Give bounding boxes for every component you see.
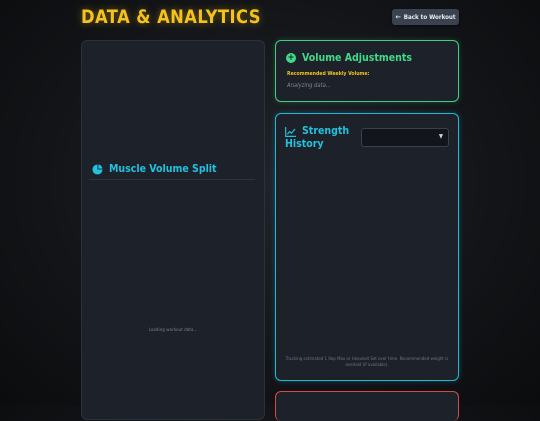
divider <box>89 179 255 180</box>
bottom-card <box>275 391 459 421</box>
strength-history-title-line2: History <box>285 138 324 150</box>
analyzing-status: Analyzing data... <box>287 83 331 89</box>
plus-circle-icon: + <box>286 52 296 63</box>
strength-history-card <box>275 113 459 381</box>
recommended-volume-label: Recommended Weekly Volume: <box>287 71 370 77</box>
muscle-volume-split-header: Muscle Volume Split <box>92 163 217 175</box>
back-button-label: Back to Workout <box>403 13 456 21</box>
volume-adjustments-title: Volume Adjustments <box>302 52 413 64</box>
exercise-select[interactable]: ▼ <box>361 128 449 147</box>
strength-history-header: Strength History <box>285 125 355 151</box>
page-title: DATA & ANALYTICS <box>81 6 261 28</box>
loading-text: Loading workout data... <box>148 328 198 333</box>
strength-history-footnote: Tracking estimated 1 Rep Max or Heaviest… <box>285 357 449 368</box>
volume-adjustments-header: + Volume Adjustments <box>286 52 412 64</box>
muscle-volume-split-card <box>81 40 265 420</box>
chevron-down-icon: ▼ <box>438 133 443 140</box>
arrow-left-icon: ← <box>395 12 401 21</box>
muscle-volume-split-title: Muscle Volume Split <box>109 163 217 175</box>
line-chart-icon <box>285 126 296 137</box>
pie-chart-icon <box>92 163 103 175</box>
strength-history-title-line1: Strength <box>302 125 350 137</box>
back-to-workout-button[interactable]: ← Back to Workout <box>392 9 459 25</box>
